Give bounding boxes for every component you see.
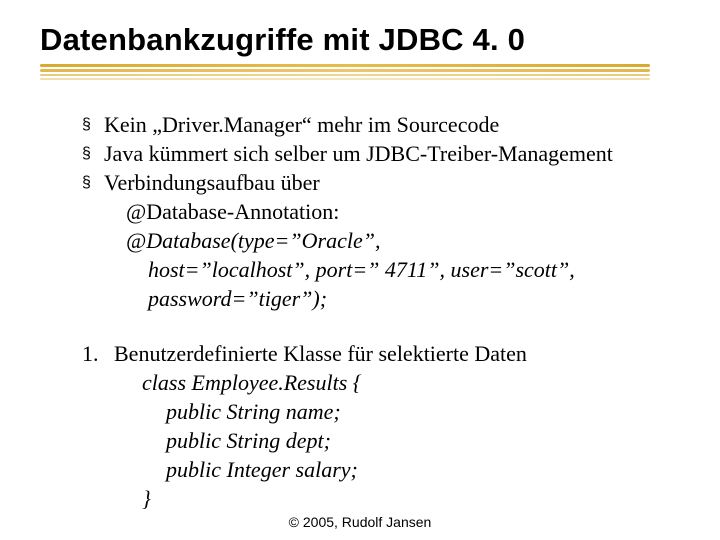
bullet-text: Verbindungsaufbau über @Database-Annotat… xyxy=(104,168,680,313)
bullet-text: Kein „Driver.Manager“ mehr im Sourcecode xyxy=(104,110,680,139)
bullet-item: § Verbindungsaufbau über @Database-Annot… xyxy=(82,168,680,313)
bullet-sub-line: host=”localhost”, port=” 4711”, user=”sc… xyxy=(104,255,680,284)
bullet-text-line: Verbindungsaufbau über xyxy=(104,170,320,195)
title-underline xyxy=(40,64,650,82)
code-line: } xyxy=(114,484,680,513)
bullet-text: Java kümmert sich selber um JDBC-Treiber… xyxy=(104,139,680,168)
square-bullet-icon: § xyxy=(82,110,104,135)
bullet-sub-line: @Database-Annotation: xyxy=(104,197,680,226)
bullet-item: § Java kümmert sich selber um JDBC-Treib… xyxy=(82,139,680,168)
square-bullet-icon: § xyxy=(82,168,104,193)
bullet-item: § Kein „Driver.Manager“ mehr im Sourceco… xyxy=(82,110,680,139)
bullet-sub-line: password=”tiger”); xyxy=(104,284,680,313)
footer-copyright: © 2005, Rudolf Jansen xyxy=(0,514,720,530)
code-line: public String name; xyxy=(114,397,680,426)
numbered-item: 1. Benutzerdefinierte Klasse für selekti… xyxy=(82,339,680,513)
bullet-sub-line: @Database(type=”Oracle”, xyxy=(104,226,680,255)
numbered-text: Benutzerdefinierte Klasse für selektiert… xyxy=(114,341,527,366)
list-number: 1. xyxy=(82,339,114,368)
slide: Datenbankzugriffe mit JDBC 4. 0 § Kein „… xyxy=(0,0,720,513)
code-line: public Integer salary; xyxy=(114,455,680,484)
code-line: public String dept; xyxy=(114,426,680,455)
page-title: Datenbankzugriffe mit JDBC 4. 0 xyxy=(40,22,680,58)
content-area: § Kein „Driver.Manager“ mehr im Sourceco… xyxy=(40,110,680,513)
code-line: class Employee.Results { xyxy=(114,368,680,397)
square-bullet-icon: § xyxy=(82,139,104,164)
numbered-list: 1. Benutzerdefinierte Klasse für selekti… xyxy=(82,339,680,513)
numbered-body: Benutzerdefinierte Klasse für selektiert… xyxy=(114,339,680,513)
bullet-list: § Kein „Driver.Manager“ mehr im Sourceco… xyxy=(82,110,680,313)
